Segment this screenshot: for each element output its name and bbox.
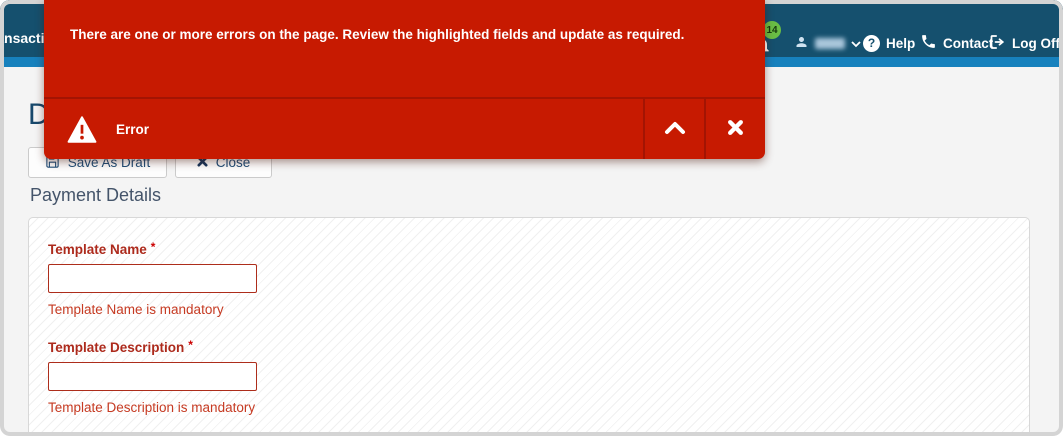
template-name-label: Template Name * xyxy=(48,242,1029,257)
help-label: Help xyxy=(886,36,915,51)
error-collapse-button[interactable] xyxy=(643,99,704,159)
user-name-redacted xyxy=(815,38,845,49)
phone-icon xyxy=(920,33,937,53)
required-asterisk: * xyxy=(151,240,156,254)
app-window: Transactions 14 ? Help Contact xyxy=(0,0,1063,436)
help-icon: ? xyxy=(863,35,880,52)
dismiss-x-icon xyxy=(727,119,744,139)
error-overlay-footer: Error xyxy=(44,97,765,159)
template-name-label-text: Template Name xyxy=(48,242,147,257)
contact-label: Contact xyxy=(943,36,993,51)
nav-help-button[interactable]: ? Help xyxy=(863,33,915,53)
user-icon xyxy=(794,34,809,53)
payment-details-panel: Template Name * Template Name is mandator… xyxy=(28,217,1030,436)
error-overlay: There are one or more errors on the page… xyxy=(44,0,765,159)
warning-triangle-icon xyxy=(67,116,97,143)
template-description-input[interactable] xyxy=(48,362,257,391)
error-dismiss-button[interactable] xyxy=(704,99,765,159)
chevron-up-icon xyxy=(664,121,686,138)
user-menu[interactable] xyxy=(794,33,861,53)
logoff-icon xyxy=(989,34,1006,53)
chevron-down-icon xyxy=(851,36,861,51)
template-description-error: Template Description is mandatory xyxy=(48,400,1029,415)
template-description-label-text: Template Description xyxy=(48,340,184,355)
section-heading-payment-details: Payment Details xyxy=(30,185,161,206)
error-message: There are one or more errors on the page… xyxy=(70,27,725,42)
template-name-input[interactable] xyxy=(48,264,257,293)
template-name-error: Template Name is mandatory xyxy=(48,302,1029,317)
logoff-label: Log Off xyxy=(1012,36,1060,51)
notifications-count-badge: 14 xyxy=(763,21,781,39)
nav-contact-button[interactable]: Contact xyxy=(920,33,993,53)
required-asterisk: * xyxy=(188,338,193,352)
template-description-label: Template Description * xyxy=(48,340,1029,355)
field-group-template-description: Template Description * Template Descripti… xyxy=(48,340,1029,415)
error-overlay-title: Error xyxy=(116,122,149,137)
field-group-template-name: Template Name * Template Name is mandator… xyxy=(48,242,1029,317)
nav-logoff-button[interactable]: Log Off xyxy=(989,33,1060,53)
